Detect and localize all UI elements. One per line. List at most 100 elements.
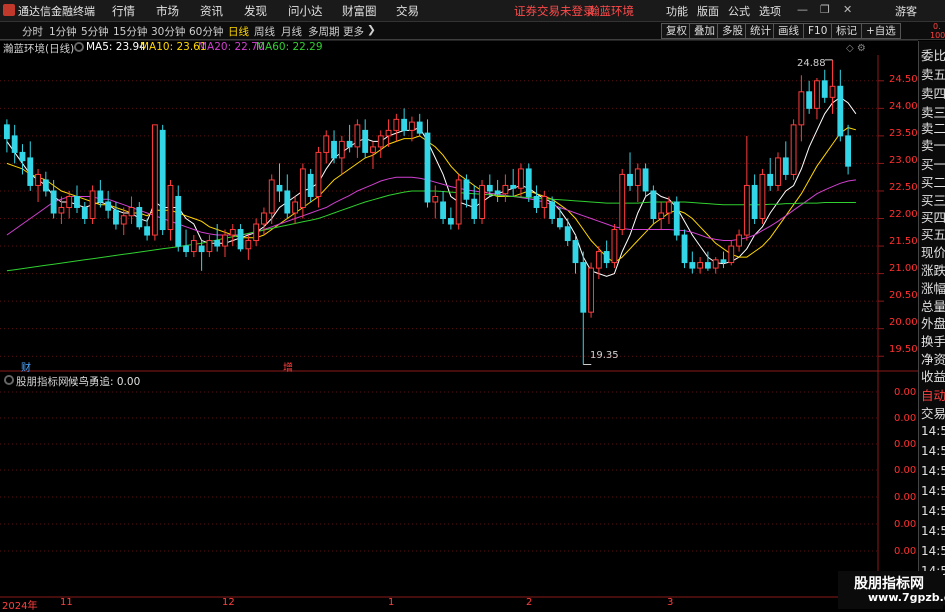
- candle-body-down: [689, 262, 696, 269]
- price-tick: 20.00: [889, 317, 918, 328]
- date-tick: 2024年: [2, 601, 38, 612]
- sidebar-item-earnings[interactable]: 收益: [921, 366, 945, 385]
- price-tick: 19.50: [889, 344, 918, 355]
- sidebar-item-bid-ratio[interactable]: 委比: [921, 45, 945, 64]
- date-tick: 1: [388, 597, 395, 608]
- candle-body-up: [518, 168, 524, 189]
- candle-body-down: [11, 135, 18, 153]
- candle-body-down: [50, 190, 57, 214]
- candle-body-down: [440, 201, 446, 220]
- candle-body-down: [159, 129, 166, 231]
- price-tick: 23.00: [889, 155, 918, 166]
- candle-body-down: [113, 209, 119, 225]
- candle-body-down: [19, 151, 26, 162]
- candle-body-down: [580, 262, 587, 313]
- candle-body-down: [97, 190, 104, 203]
- candle-body-down: [510, 184, 517, 189]
- indicator-tick: 0.00: [894, 413, 917, 424]
- candle-body-up: [229, 229, 236, 236]
- candle-body-up: [354, 124, 361, 148]
- finance-marker[interactable]: 财: [21, 359, 31, 374]
- candle-body-down: [494, 190, 501, 195]
- candle-body-up: [66, 195, 73, 208]
- candle-body-down: [806, 91, 813, 109]
- candle-body-up: [167, 184, 174, 231]
- candle-body-down: [564, 226, 571, 242]
- candle-body-up: [268, 179, 275, 214]
- candle-body-up: [370, 146, 376, 153]
- candle-body-up: [502, 184, 509, 195]
- candle-body-down: [198, 245, 205, 253]
- candle-body-down: [331, 140, 337, 159]
- candle-body-up: [634, 168, 641, 186]
- candle-body-down: [175, 195, 182, 247]
- candle-body-up: [697, 262, 704, 269]
- settings-dot-icon[interactable]: ●: [4, 375, 14, 385]
- candle-body-up: [338, 140, 345, 159]
- trade-time: 14:56: [921, 484, 945, 498]
- sidebar-item-trade[interactable]: 交易: [921, 403, 945, 422]
- candle-body-down: [276, 184, 283, 192]
- sidebar-item-change[interactable]: 涨跌: [921, 260, 945, 279]
- sidebar-item-ask4[interactable]: 卖四: [921, 83, 945, 102]
- watermark-title: 股朋指标网: [854, 576, 924, 592]
- increase-marker[interactable]: 增: [283, 359, 293, 374]
- indicator-tick: 0.00: [894, 465, 917, 476]
- candle-body-down: [681, 234, 688, 264]
- price-tick: 22.50: [889, 182, 918, 193]
- sidebar-item-ask1[interactable]: 卖一: [921, 135, 945, 154]
- candle-body-down: [81, 206, 88, 220]
- candle-body-up: [619, 173, 626, 231]
- candle-body-up: [479, 184, 485, 220]
- candle-body-down: [144, 226, 151, 236]
- candle-body-down: [720, 259, 727, 264]
- candle-body-up: [541, 195, 548, 208]
- trade-time: 14:56: [921, 424, 945, 438]
- candle-body-up: [190, 240, 197, 253]
- price-tick: 24.00: [889, 101, 918, 112]
- trade-time: 14:56: [921, 524, 945, 538]
- candle-body-up: [790, 124, 797, 175]
- sidebar-item-auto[interactable]: 自动: [921, 385, 945, 404]
- sidebar-item-bid1[interactable]: 买一: [921, 154, 945, 173]
- candle-body-up: [814, 80, 820, 109]
- candle-body-up: [432, 195, 439, 203]
- sidebar-item-turnover[interactable]: 换手: [921, 331, 945, 350]
- candle-body-down: [650, 190, 657, 220]
- candle-body-up: [666, 201, 672, 214]
- candle-body-down: [673, 201, 680, 236]
- candle-body-up: [393, 118, 400, 131]
- candle-body-down: [105, 201, 112, 211]
- sidebar-item-bid2[interactable]: 买二: [921, 172, 945, 191]
- candle-body-up: [798, 91, 805, 126]
- sidebar-item-outer[interactable]: 外盘: [921, 313, 945, 332]
- watermark: 股朋指标网 www.7gpzb.com: [838, 571, 945, 609]
- candle-body-up: [377, 135, 384, 148]
- sidebar-item-ask5[interactable]: 卖五: [921, 64, 945, 83]
- candle-body-down: [603, 251, 610, 264]
- candle-body-up: [35, 173, 41, 186]
- candle-body-up: [120, 215, 127, 225]
- sidebar-item-price[interactable]: 现价: [921, 242, 945, 261]
- candle-body-down: [284, 190, 291, 214]
- sidebar-item-change-pct[interactable]: 涨幅: [921, 278, 945, 297]
- candle-body-down: [821, 80, 828, 98]
- candle-body-down: [486, 184, 493, 192]
- candle-body-down: [214, 240, 221, 247]
- candle-body-down: [767, 173, 774, 186]
- date-tick: 11: [60, 597, 73, 608]
- candle-body-down: [627, 173, 633, 186]
- candle-body-down: [471, 198, 478, 220]
- sidebar-item-bid5[interactable]: 买五: [921, 224, 945, 243]
- candle-body-down: [556, 218, 563, 228]
- candle-body-down: [837, 85, 844, 137]
- date-tick: 12: [222, 597, 235, 608]
- candle-body-up: [759, 173, 766, 220]
- candle-body-down: [572, 240, 579, 264]
- candle-body-up: [151, 124, 158, 236]
- quote-sidebar: 委比 卖五 卖四 卖三 卖二 卖一 买一 买二 买三 买四 买五 现价 涨跌 涨…: [918, 41, 945, 605]
- date-tick: 2: [526, 597, 533, 608]
- kline-chart[interactable]: [0, 0, 945, 609]
- candle-body-down: [3, 124, 10, 140]
- candle-body-down: [74, 195, 80, 208]
